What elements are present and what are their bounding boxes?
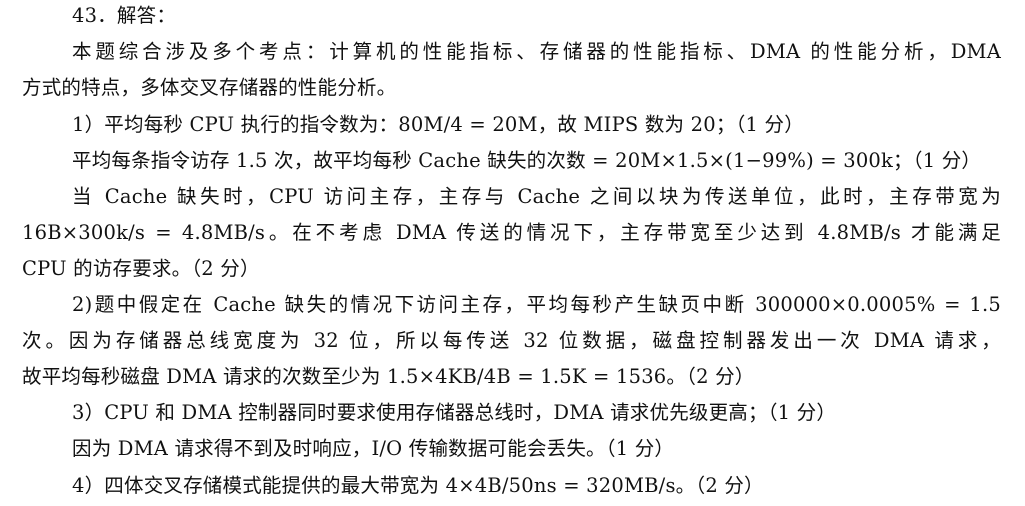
text-line-8: 2)题中假定在 Cache 缺失的情况下访问主存，平均每秒产生缺页中断 3000… xyxy=(72,293,1001,316)
text-line-1: 本题综合涉及多个考点：计算机的性能指标、存储器的性能指标、DMA 的性能分析，D… xyxy=(72,40,1001,63)
text-line-6: 16B×300k/s = 4.8MB/s。在不考虑 DMA 传送的情况下，主存带… xyxy=(22,221,1001,244)
text-line-10: 故平均每秒磁盘 DMA 请求的次数至少为 1.5×4KB/4B = 1.5K =… xyxy=(22,365,755,388)
text-line-11: 3）CPU 和 DMA 控制器同时要求使用存储器总线时，DMA 请求优先级更高；… xyxy=(72,401,837,424)
text-line-5: 当 Cache 缺失时，CPU 访问主存，主存与 Cache 之间以块为传送单位… xyxy=(72,185,1001,208)
text-line-7: CPU 的访存要求。（2 分） xyxy=(22,257,260,280)
answer-heading: 43．解答： xyxy=(72,4,177,27)
text-line-4: 平均每条指令访存 1.5 次，故平均每秒 Cache 缺失的次数 = 20M×1… xyxy=(72,149,982,172)
text-line-3: 1）平均每秒 CPU 执行的指令数为：80M/4 = 20M，故 MIPS 数为… xyxy=(72,113,804,136)
text-line-13: 4）四体交叉存储模式能提供的最大带宽为 4×4B/50ns = 320MB/s。… xyxy=(72,474,764,497)
answer-document: 43．解答： 本题综合涉及多个考点：计算机的性能指标、存储器的性能指标、DMA … xyxy=(0,0,1025,506)
text-line-2: 方式的特点，多体交叉存储器的性能分析。 xyxy=(22,76,397,99)
text-line-9: 次。因为存储器总线宽度为 32 位，所以每传送 32 位数据，磁盘控制器发出一次… xyxy=(22,329,1001,352)
text-line-12: 因为 DMA 请求得不到及时响应，I/O 传输数据可能会丢失。（1 分） xyxy=(72,437,675,460)
